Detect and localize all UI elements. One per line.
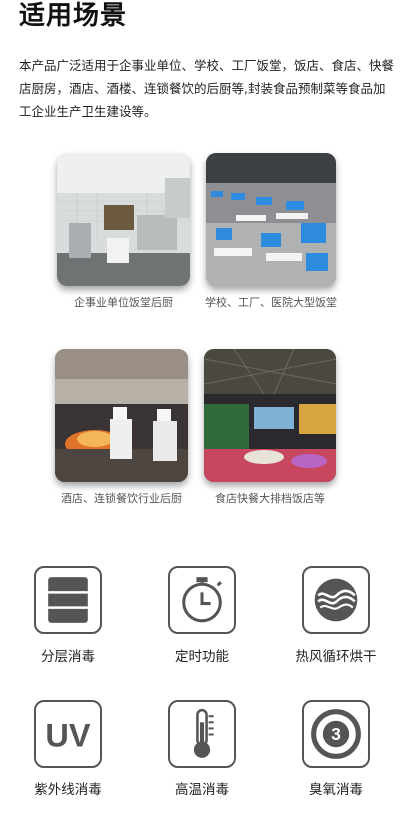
scene-caption-2: 学校、工厂、医院大型饭堂: [205, 296, 337, 309]
night-market-photo: [204, 349, 336, 482]
feature-label-3: 热风循环烘干: [295, 649, 377, 665]
feature-label-4: 紫外线消毒: [34, 782, 102, 798]
page-title: 适用场景: [19, 1, 128, 31]
thermometer-icon: [168, 700, 236, 768]
feature-label-6: 臭氧消毒: [309, 782, 363, 798]
feature-label-5: 高温消毒: [175, 782, 229, 798]
intro-paragraph: 本产品广泛适用于企事业单位、学校、工厂饭堂，饭店、食店、快餐店厨房，酒店、酒楼、…: [19, 58, 395, 119]
ozone-icon: 3: [302, 700, 370, 768]
ozone-icon-text: 3: [331, 724, 341, 744]
chefs-cooking-photo: [55, 349, 188, 482]
hot-air-icon: [302, 566, 370, 634]
uv-icon: UV: [34, 700, 102, 768]
feature-label-1: 分层消毒: [41, 649, 95, 665]
canteen-photo: [206, 153, 336, 286]
timer-icon: [168, 566, 236, 634]
kitchen-photo: [57, 153, 190, 286]
feature-label-2: 定时功能: [175, 649, 229, 665]
layers-icon: [34, 566, 102, 634]
uv-icon-text: UV: [45, 718, 90, 754]
scene-caption-1: 企事业单位饭堂后厨: [74, 296, 173, 309]
scene-caption-4: 食店快餐大排档饭店等: [215, 492, 325, 505]
scene-caption-3: 酒店、连锁餐饮行业后厨: [61, 492, 182, 505]
